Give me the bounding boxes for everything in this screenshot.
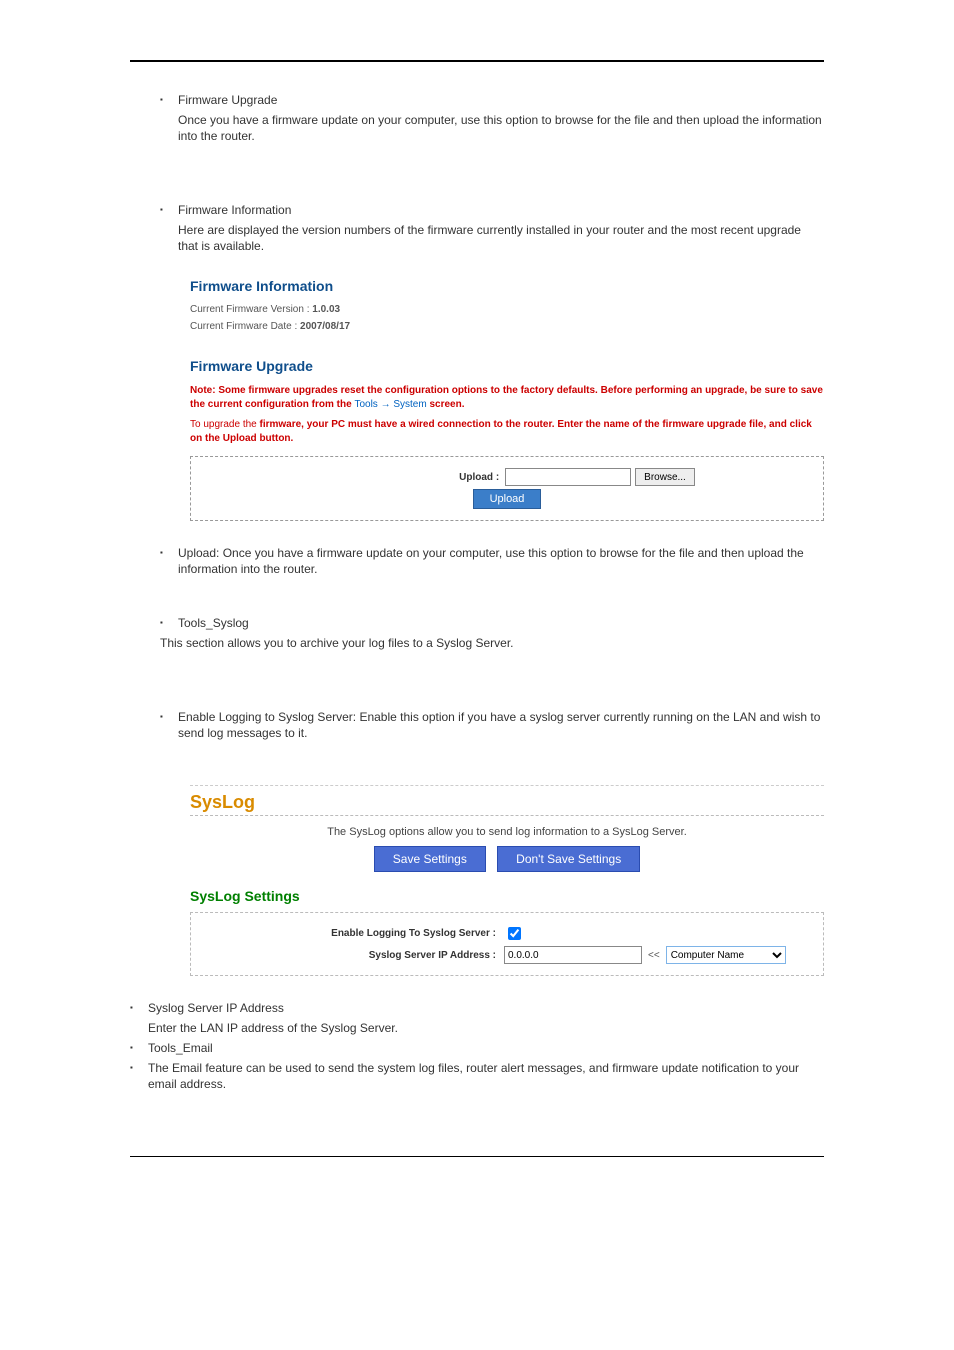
email-section-title: Tools_Email xyxy=(148,1041,213,1055)
divider xyxy=(190,815,824,816)
bullet-marker-icon: ▪ xyxy=(160,545,168,577)
fw-version-line: Current Firmware Version : 1.0.03 xyxy=(190,304,824,315)
syslog-ip-input[interactable] xyxy=(504,946,642,964)
fw-warn-prefix: Note: Some firmware upgrades reset the c… xyxy=(190,385,823,410)
syslog-section-title: Tools_Syslog xyxy=(178,616,249,630)
bullet-marker-icon: ▪ xyxy=(130,1000,138,1016)
bullet-marker-icon: ▪ xyxy=(160,709,168,741)
upload-bullet-text: Upload: Once you have a firmware update … xyxy=(178,545,824,577)
fw-date-line: Current Firmware Date : 2007/08/17 xyxy=(190,321,824,332)
fw-warn: Note: Some firmware upgrades reset the c… xyxy=(190,384,824,412)
firmware-info-body: Here are displayed the version numbers o… xyxy=(178,222,824,254)
firmware-figure: Firmware Information Current Firmware Ve… xyxy=(190,278,824,521)
upload-label: Upload : xyxy=(319,472,499,483)
fw-note: To upgrade the firmware, your PC must ha… xyxy=(190,418,824,446)
enable-logging-label: Enable Logging To Syslog Server : xyxy=(201,928,504,939)
fw-warn-suffix: screen. xyxy=(427,399,465,410)
enable-logging-text: Enable Logging to Syslog Server: Enable … xyxy=(178,709,824,741)
syslog-figure: SysLog The SysLog options allow you to s… xyxy=(190,785,824,976)
fw-note-text1: To upgrade the xyxy=(190,419,260,430)
save-settings-button[interactable]: Save Settings xyxy=(374,846,486,872)
bullet-marker-icon: ▪ xyxy=(160,615,168,631)
syslog-settings-box: Enable Logging To Syslog Server : Syslog… xyxy=(190,912,824,976)
syslog-fig-title: SysLog xyxy=(190,792,824,813)
bullet-marker-icon: ▪ xyxy=(130,1060,138,1092)
bullet-marker-icon: ▪ xyxy=(160,92,168,108)
bullet-upload: ▪ Upload: Once you have a firmware updat… xyxy=(160,545,824,577)
fw-date-value: 2007/08/17 xyxy=(300,321,350,332)
footer-rule xyxy=(130,1156,824,1157)
bullet-enable-logging: ▪ Enable Logging to Syslog Server: Enabl… xyxy=(160,709,824,741)
bullet-label: Firmware Information xyxy=(178,203,291,217)
syslog-settings-heading: SysLog Settings xyxy=(190,888,824,904)
fw-upgrade-heading: Firmware Upgrade xyxy=(190,358,824,374)
bullet-marker-icon: ▪ xyxy=(160,202,168,218)
email-body-text: The Email feature can be used to send th… xyxy=(148,1060,824,1092)
dont-save-settings-button[interactable]: Don't Save Settings xyxy=(497,846,640,872)
bullet-firmware-info: ▪ Firmware Information xyxy=(160,202,824,218)
syslog-ip-bullet-label: Syslog Server IP Address xyxy=(148,1001,284,1015)
fw-info-heading: Firmware Information xyxy=(190,278,824,294)
fw-version-value: 1.0.03 xyxy=(312,304,340,315)
upload-input[interactable] xyxy=(505,468,631,486)
fw-upload-box: Upload : Browse... Upload xyxy=(190,456,824,521)
fw-date-label: Current Firmware Date : xyxy=(190,321,297,332)
syslog-body: This section allows you to archive your … xyxy=(160,635,824,651)
fw-version-label: Current Firmware Version : xyxy=(190,304,309,315)
computer-name-select[interactable]: Computer Name xyxy=(666,946,786,964)
header-rule xyxy=(130,60,824,62)
bullet-tools-email: ▪ Tools_Email xyxy=(130,1040,824,1056)
upload-button[interactable]: Upload xyxy=(473,489,542,509)
bullet-label: Firmware Upgrade xyxy=(178,93,277,107)
enable-logging-checkbox[interactable] xyxy=(508,927,521,940)
browse-button[interactable]: Browse... xyxy=(635,468,695,486)
bullet-syslog-ip: ▪ Syslog Server IP Address xyxy=(130,1000,824,1016)
syslog-ip-body: Enter the LAN IP address of the Syslog S… xyxy=(148,1020,824,1036)
firmware-upgrade-body: Once you have a firmware update on your … xyxy=(178,112,824,144)
bullet-email-body: ▪ The Email feature can be used to send … xyxy=(130,1060,824,1092)
syslog-fig-desc: The SysLog options allow you to send log… xyxy=(190,826,824,838)
fw-warn-link[interactable]: Tools → System xyxy=(354,399,426,410)
bullet-firmware-upgrade: ▪ Firmware Upgrade xyxy=(160,92,824,108)
bullet-tools-syslog: ▪ Tools_Syslog xyxy=(160,615,824,631)
assign-arrows: << xyxy=(648,950,660,961)
bullet-marker-icon: ▪ xyxy=(130,1040,138,1056)
syslog-ip-label: Syslog Server IP Address : xyxy=(201,950,504,961)
